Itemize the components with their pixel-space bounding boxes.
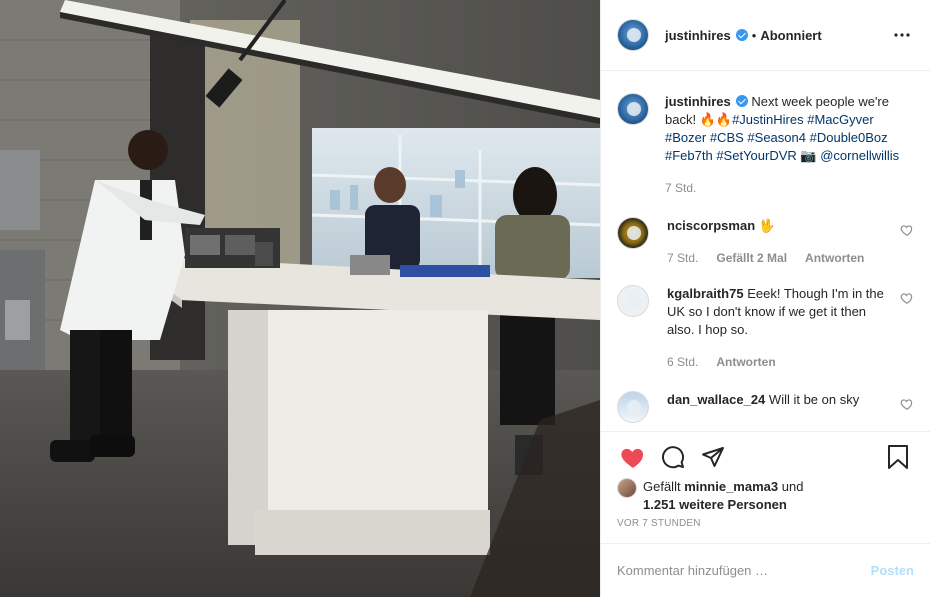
comment-text: Will it be on sky (768, 392, 860, 407)
comment-avatar[interactable] (617, 217, 649, 249)
comment-item: dan_wallace_24 Will it be on sky (617, 391, 914, 423)
likes-prefix: Gefällt (643, 479, 685, 494)
comments-list[interactable]: justinhires Next week people we're back!… (601, 72, 930, 430)
camera-emoji: 📷 (800, 148, 817, 163)
tv-set-photo (0, 0, 600, 597)
hashtag-link[interactable]: #Season4 (747, 130, 806, 145)
comment-bubble-icon[interactable] (653, 437, 693, 477)
caption-time[interactable]: 7 Std. (665, 179, 696, 197)
comment-text: 🖖 (758, 218, 775, 233)
comment-username[interactable]: dan_wallace_24 (667, 392, 765, 407)
caption-username[interactable]: justinhires (665, 94, 731, 109)
author-username[interactable]: justinhires (665, 28, 731, 43)
reply-button[interactable]: Antworten (805, 249, 864, 267)
hashtag-link[interactable]: #CBS (710, 130, 744, 145)
post-comment-button[interactable]: Posten (871, 563, 914, 578)
likes-others-link[interactable]: 1.251 weitere Personen (643, 497, 787, 512)
likes-and: und (778, 479, 804, 494)
hashtag-link[interactable]: #Feb7th (665, 148, 713, 163)
comment-input[interactable] (617, 563, 871, 578)
likes-summary: Gefällt minnie_mama3 und 1.251 weitere P… (613, 478, 918, 514)
author-avatar[interactable] (617, 19, 649, 51)
comment-time[interactable]: 7 Std. (667, 249, 698, 267)
post-photo[interactable] (0, 0, 600, 597)
comment-username[interactable]: nciscorpsman (667, 218, 755, 233)
mention-link[interactable]: @cornellwillis (820, 148, 899, 163)
comment-like-heart-icon[interactable] (900, 397, 914, 411)
more-options-icon[interactable] (890, 23, 914, 47)
hashtag-link[interactable]: #JustinHires (732, 112, 804, 127)
comment-item: nciscorpsman 🖖 7 Std. Gefällt 2 Mal Antw… (617, 217, 914, 267)
liker-avatar[interactable] (617, 478, 637, 498)
post-actions: Gefällt minnie_mama3 und 1.251 weitere P… (601, 431, 930, 529)
reply-button[interactable]: Antworten (716, 353, 775, 371)
share-paper-plane-icon[interactable] (693, 437, 733, 477)
comment-item: kgalbraith75 Eeek! Though I'm in the UK … (617, 285, 914, 371)
comment-like-heart-icon[interactable] (900, 223, 914, 237)
header-separator: • (751, 27, 757, 43)
hashtag-link[interactable]: #Bozer (665, 130, 706, 145)
verified-badge-icon (735, 95, 748, 107)
like-heart-icon[interactable] (613, 437, 653, 477)
verified-badge-icon (735, 29, 748, 41)
comment-avatar[interactable] (617, 391, 649, 423)
add-comment-bar: Posten (601, 543, 930, 597)
comment-time[interactable]: 6 Std. (667, 353, 698, 371)
liker-username[interactable]: minnie_mama3 (684, 479, 778, 494)
hashtag-link[interactable]: #MacGyver (807, 112, 873, 127)
comment-likes[interactable]: Gefällt 2 Mal (716, 249, 787, 267)
post-sidebar: justinhires • Abonniert justinhires Next… (600, 0, 930, 597)
hashtag-link[interactable]: #Double0Boz (810, 130, 888, 145)
follow-status-button[interactable]: Abonniert (760, 28, 821, 43)
hashtag-link[interactable]: #SetYourDVR (716, 148, 796, 163)
caption: justinhires Next week people we're back!… (617, 93, 914, 197)
caption-avatar[interactable] (617, 93, 649, 125)
save-bookmark-icon[interactable] (878, 437, 918, 477)
comment-like-heart-icon[interactable] (900, 291, 914, 305)
comment-avatar[interactable] (617, 285, 649, 317)
comment-username[interactable]: kgalbraith75 (667, 286, 744, 301)
post-header: justinhires • Abonniert (601, 0, 930, 71)
post-timestamp[interactable]: VOR 7 STUNDEN (613, 518, 918, 529)
